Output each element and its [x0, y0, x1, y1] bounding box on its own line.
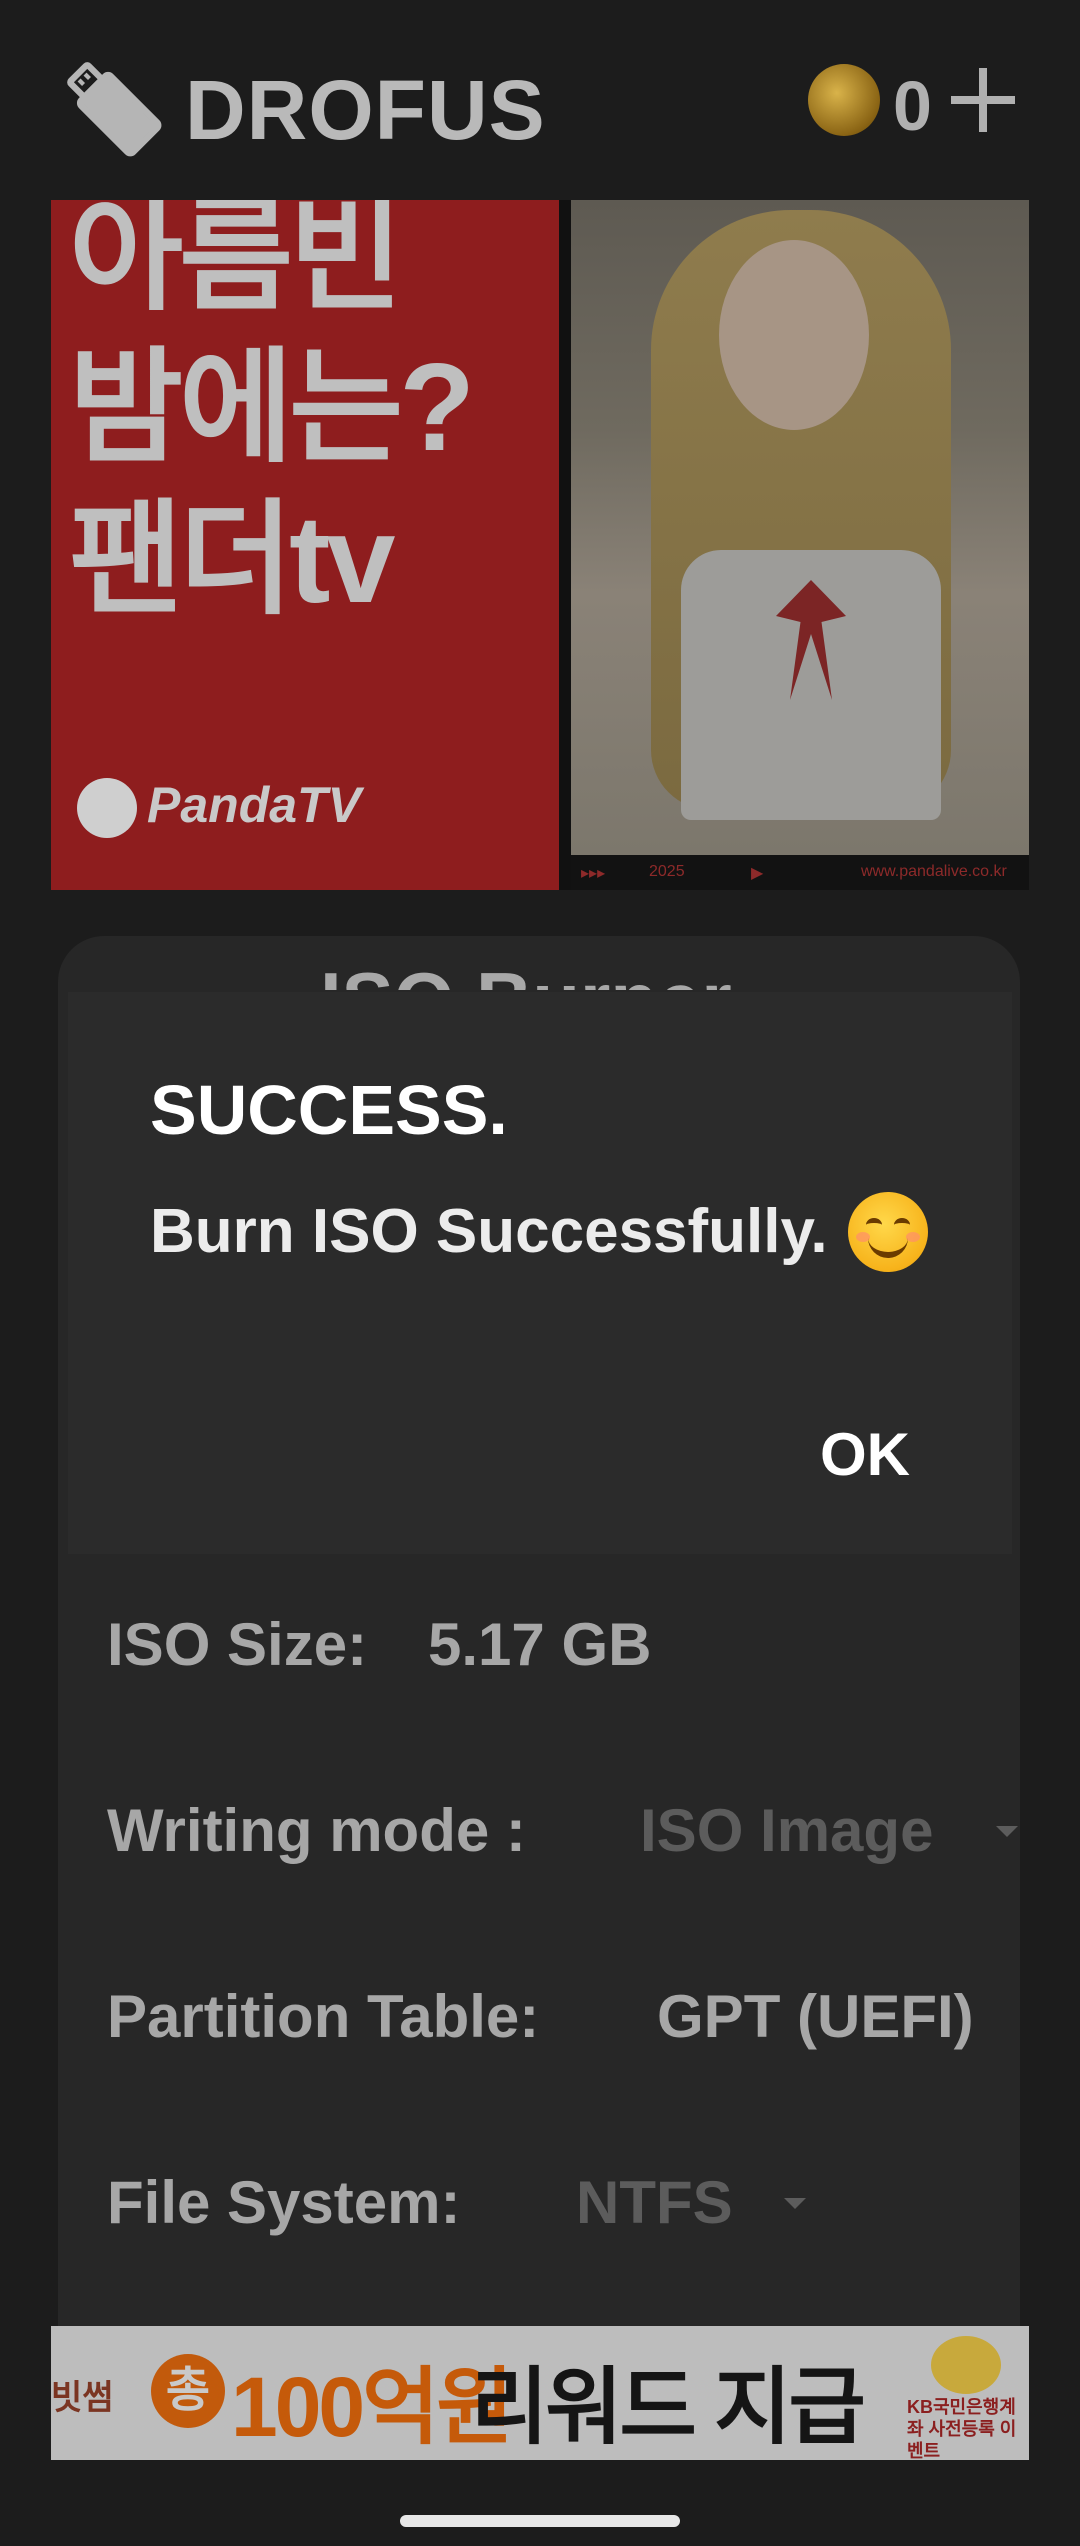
coin-icon — [808, 64, 880, 136]
card-title: ISO Burner — [320, 952, 732, 990]
partition-table-value: GPT (UEFI) — [657, 1983, 974, 2050]
coin-count: 0 — [893, 67, 932, 145]
bottom-ad-banner[interactable]: 빗썸 총 100억원 리워드 지급 KB국민은행계좌 사전등록 이벤트 — [51, 2326, 1029, 2460]
file-system-select[interactable]: NTFS — [576, 2168, 733, 2237]
smiling-face-icon — [848, 1192, 928, 1272]
dialog-message: Burn ISO Successfully. — [150, 1197, 828, 1266]
file-system-dropdown-arrow-icon[interactable] — [784, 2198, 806, 2209]
ad-bottom-coin-icon — [931, 2336, 1001, 2394]
ad-red-panel: 아름빈 밤에는? 팬더tv PandaTV — [51, 200, 559, 890]
panda-logo-icon — [77, 778, 137, 838]
ad-bottom-side-text: KB국민은행계좌 사전등록 이벤트 — [907, 2397, 1017, 2460]
file-system-label: File System: — [107, 2169, 461, 2236]
dialog-title: SUCCESS. — [150, 1071, 508, 1149]
writing-mode-dropdown-arrow-icon[interactable] — [996, 1826, 1018, 1837]
writing-mode-label: Writing mode : — [107, 1797, 526, 1864]
ad-strip-year: 2025 — [649, 863, 685, 880]
iso-size-value: 5.17 GB — [428, 1611, 652, 1678]
ad-brand: PandaTV — [147, 777, 361, 833]
ad-bottom-text: 리워드 지급 — [471, 2360, 866, 2454]
writing-mode-select[interactable]: ISO Image — [640, 1796, 933, 1865]
usb-drive-icon — [67, 62, 162, 157]
iso-size-label: ISO Size: — [107, 1611, 368, 1678]
ad-bottom-amount: 100억원 — [231, 2360, 514, 2454]
top-ad-banner[interactable]: 아름빈 밤에는? 팬더tv PandaTV ▸▸▸ 2025 ▶ www.pan… — [51, 200, 1029, 890]
app-title: DROFUS — [185, 63, 546, 157]
ad-bottom-brand: 빗썸 — [51, 2379, 114, 2417]
app-header: DROFUS 0 — [0, 0, 1080, 200]
ok-button[interactable]: OK — [800, 1410, 930, 1500]
ad-photo-face — [719, 240, 869, 430]
ad-strip-url: www.pandalive.co.kr — [861, 863, 1007, 880]
ad-strip-arrows: ▸▸▸ — [581, 865, 606, 882]
ad-footer-strip: ▸▸▸ 2025 ▶ www.pandalive.co.kr — [571, 855, 1029, 890]
ad-bottom-circle: 총 — [151, 2354, 225, 2428]
partition-table-label: Partition Table: — [107, 1983, 540, 2050]
home-indicator[interactable] — [400, 2515, 680, 2527]
ad-headline: 아름빈 밤에는? 팬더tv — [69, 200, 475, 629]
plus-icon[interactable] — [948, 60, 1018, 140]
ad-strip-play-icon: ▶ — [751, 865, 764, 882]
